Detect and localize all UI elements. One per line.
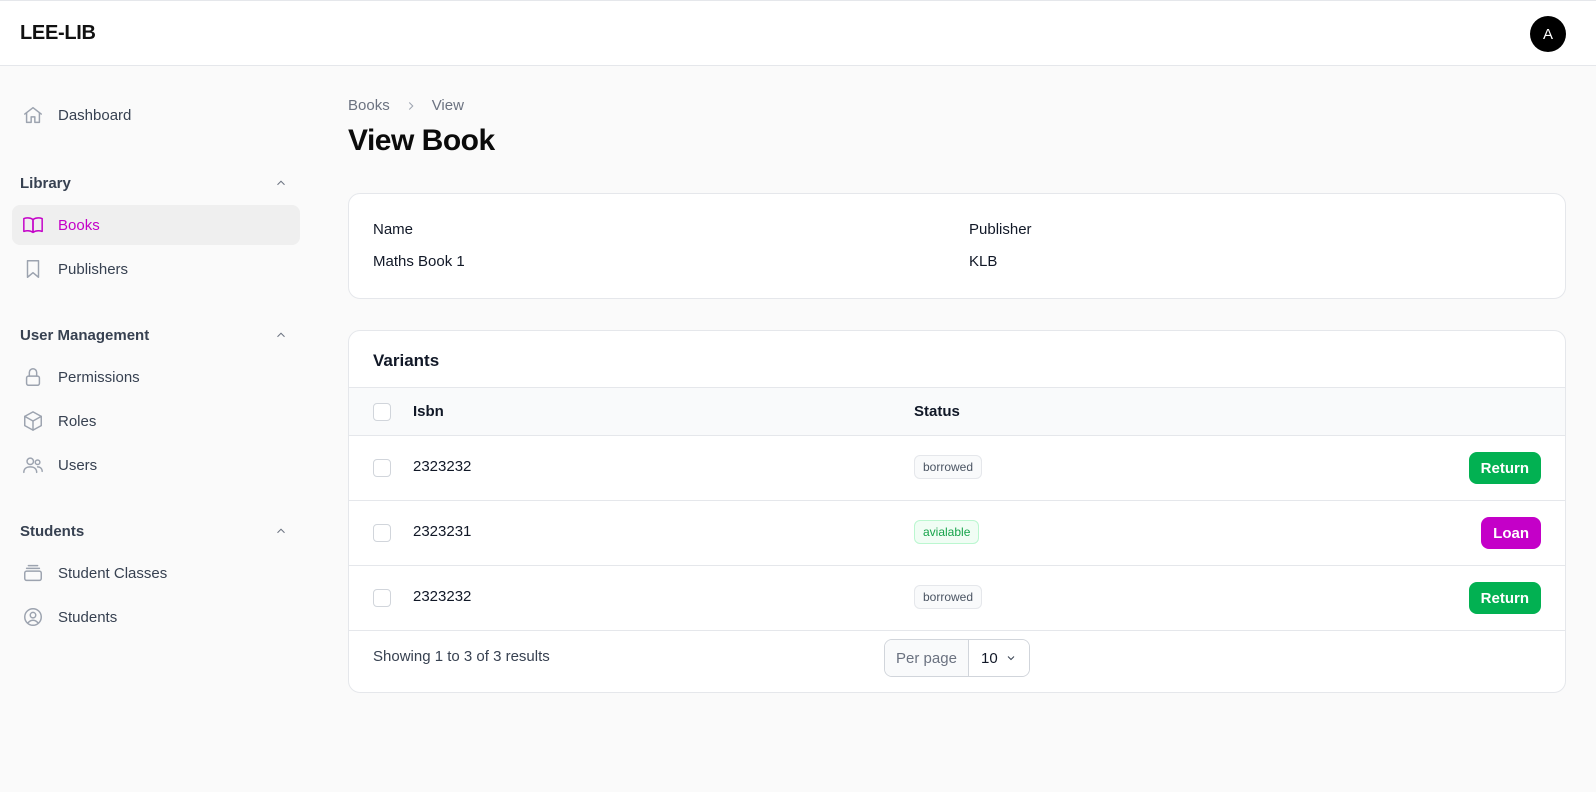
sidebar-item-label: Publishers — [58, 260, 129, 278]
group-title: Students — [20, 522, 85, 540]
cube-icon — [22, 410, 44, 432]
group-students-toggle[interactable]: Students — [20, 520, 290, 542]
isbn-cell: 2323231 — [413, 523, 472, 540]
variants-title: Variants — [373, 351, 440, 370]
chevron-up-icon — [277, 180, 285, 186]
loan-button[interactable]: Loan — [1481, 517, 1541, 549]
status-badge: borrowed — [914, 585, 983, 609]
status-badge: borrowed — [914, 455, 983, 479]
table-row: 2323231 avialable Loan — [349, 501, 1565, 566]
sidebar-item-label: Student Classes — [58, 564, 168, 582]
book-info-card: Name Maths Book 1 Publisher KLB — [348, 193, 1566, 299]
breadcrumb-current: View — [431, 97, 464, 114]
per-page-control: Per page 10 — [884, 639, 1030, 677]
column-header-isbn[interactable]: Isbn — [413, 403, 444, 420]
status-badge: avialable — [914, 520, 980, 544]
return-button[interactable]: Return — [1468, 582, 1541, 614]
breadcrumb-books-link[interactable]: Books — [348, 97, 390, 114]
row-checkbox[interactable] — [373, 589, 391, 607]
page-title: View Book — [348, 124, 495, 157]
group-library-toggle[interactable]: Library — [20, 172, 290, 194]
per-page-value: 10 — [981, 649, 998, 667]
user-circle-icon — [22, 606, 44, 628]
book-open-icon — [22, 214, 44, 236]
name-label: Name — [373, 221, 414, 238]
sidebar-item-label: Dashboard — [58, 106, 132, 124]
sidebar-item-dashboard[interactable]: Dashboard — [12, 95, 300, 135]
users-icon — [22, 454, 44, 476]
breadcrumb: Books View — [348, 97, 464, 114]
sidebar-item-label: Users — [58, 456, 98, 474]
per-page-select[interactable]: 10 — [969, 640, 1029, 676]
sidebar-item-publishers[interactable]: Publishers — [12, 249, 300, 289]
sidebar-item-books[interactable]: Books — [12, 205, 300, 245]
isbn-cell: 2323232 — [413, 458, 472, 475]
isbn-cell: 2323232 — [413, 588, 472, 605]
table-row: 2323232 borrowed Return — [349, 436, 1565, 501]
table-header: Isbn Status — [349, 387, 1565, 436]
sidebar-item-users[interactable]: Users — [12, 445, 300, 485]
return-button[interactable]: Return — [1468, 452, 1541, 484]
table-row: 2323232 borrowed Return — [349, 566, 1565, 631]
row-checkbox[interactable] — [373, 524, 391, 542]
publisher-value: KLB — [969, 253, 998, 270]
sidebar-item-label: Permissions — [58, 368, 140, 386]
chevron-up-icon — [277, 332, 285, 338]
publisher-label: Publisher — [969, 221, 1032, 238]
group-title: User Management — [20, 326, 150, 344]
group-title: Library — [20, 174, 71, 192]
sidebar-item-label: Students — [58, 608, 118, 626]
name-value: Maths Book 1 — [373, 253, 465, 270]
sidebar-item-roles[interactable]: Roles — [12, 401, 300, 441]
row-checkbox[interactable] — [373, 459, 391, 477]
sidebar-item-students[interactable]: Students — [12, 597, 300, 637]
home-icon — [22, 104, 44, 126]
sidebar-item-label: Roles — [58, 412, 97, 430]
sidebar-item-student-classes[interactable]: Student Classes — [12, 553, 300, 593]
chevron-right-icon — [408, 101, 414, 110]
chevron-up-icon — [277, 528, 285, 534]
bookmark-icon — [22, 258, 44, 280]
pagination-summary: Showing 1 to 3 of 3 results — [373, 648, 550, 665]
select-all-checkbox[interactable] — [373, 403, 391, 421]
column-header-status[interactable]: Status — [914, 403, 960, 420]
chevron-down-icon — [1007, 656, 1015, 661]
per-page-label: Per page — [885, 640, 969, 676]
stack-icon — [22, 562, 44, 584]
lock-icon — [22, 366, 44, 388]
variants-card: Variants Isbn Status 2323232 borrowed Re… — [348, 330, 1566, 693]
group-user-management-toggle[interactable]: User Management — [20, 324, 290, 346]
top-bar: LEE-LIB A — [0, 0, 1596, 66]
sidebar-item-label: Books — [58, 216, 100, 234]
sidebar-item-permissions[interactable]: Permissions — [12, 357, 300, 397]
user-avatar[interactable]: A — [1530, 16, 1566, 52]
brand-logo[interactable]: LEE-LIB — [20, 22, 96, 45]
